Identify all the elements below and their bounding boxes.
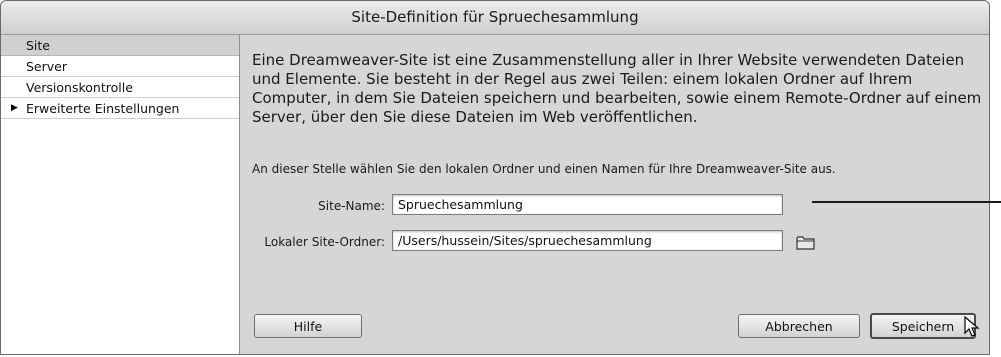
sidebar-item-server[interactable]: Server bbox=[1, 56, 239, 77]
sidebar-item-site[interactable]: Site bbox=[1, 35, 239, 56]
callout-leader-line bbox=[812, 201, 1001, 203]
site-definition-dialog: Site-Definition für Spruechesammlung Sit… bbox=[0, 0, 990, 355]
cancel-button[interactable]: Abbrechen bbox=[738, 314, 860, 338]
mouse-pointer-icon bbox=[964, 316, 980, 337]
local-folder-input[interactable] bbox=[392, 230, 783, 251]
help-button[interactable]: Hilfe bbox=[254, 314, 362, 338]
sidebar-item-label: Erweiterte Einstellungen bbox=[26, 101, 180, 116]
site-settings-panel: Eine Dreamweaver-Site ist eine Zusammens… bbox=[240, 35, 989, 354]
sidebar-item-versionskontrolle[interactable]: Versionskontrolle bbox=[1, 77, 239, 98]
local-folder-label: Lokaler Site-Ordner: bbox=[264, 235, 385, 249]
site-name-label: Site-Name: bbox=[318, 199, 385, 213]
instruction-text: An dieser Stelle wählen Sie den lokalen … bbox=[252, 162, 836, 176]
window-title: Site-Definition für Spruechesammlung bbox=[1, 1, 989, 35]
intro-text: Eine Dreamweaver-Site ist eine Zusammens… bbox=[252, 51, 982, 126]
sidebar-item-label: Server bbox=[26, 59, 67, 74]
site-name-input[interactable] bbox=[392, 194, 783, 215]
folder-icon[interactable] bbox=[796, 235, 815, 250]
save-button[interactable]: Speichern bbox=[870, 313, 976, 339]
sidebar-item-label: Versionskontrolle bbox=[26, 80, 133, 95]
sidebar-item-label: Site bbox=[26, 38, 50, 53]
sidebar: Site Server Versionskontrolle ▶ Erweiter… bbox=[1, 35, 240, 354]
sidebar-item-erweiterte-einstellungen[interactable]: ▶ Erweiterte Einstellungen bbox=[1, 98, 239, 119]
disclosure-triangle-icon[interactable]: ▶ bbox=[11, 98, 18, 119]
